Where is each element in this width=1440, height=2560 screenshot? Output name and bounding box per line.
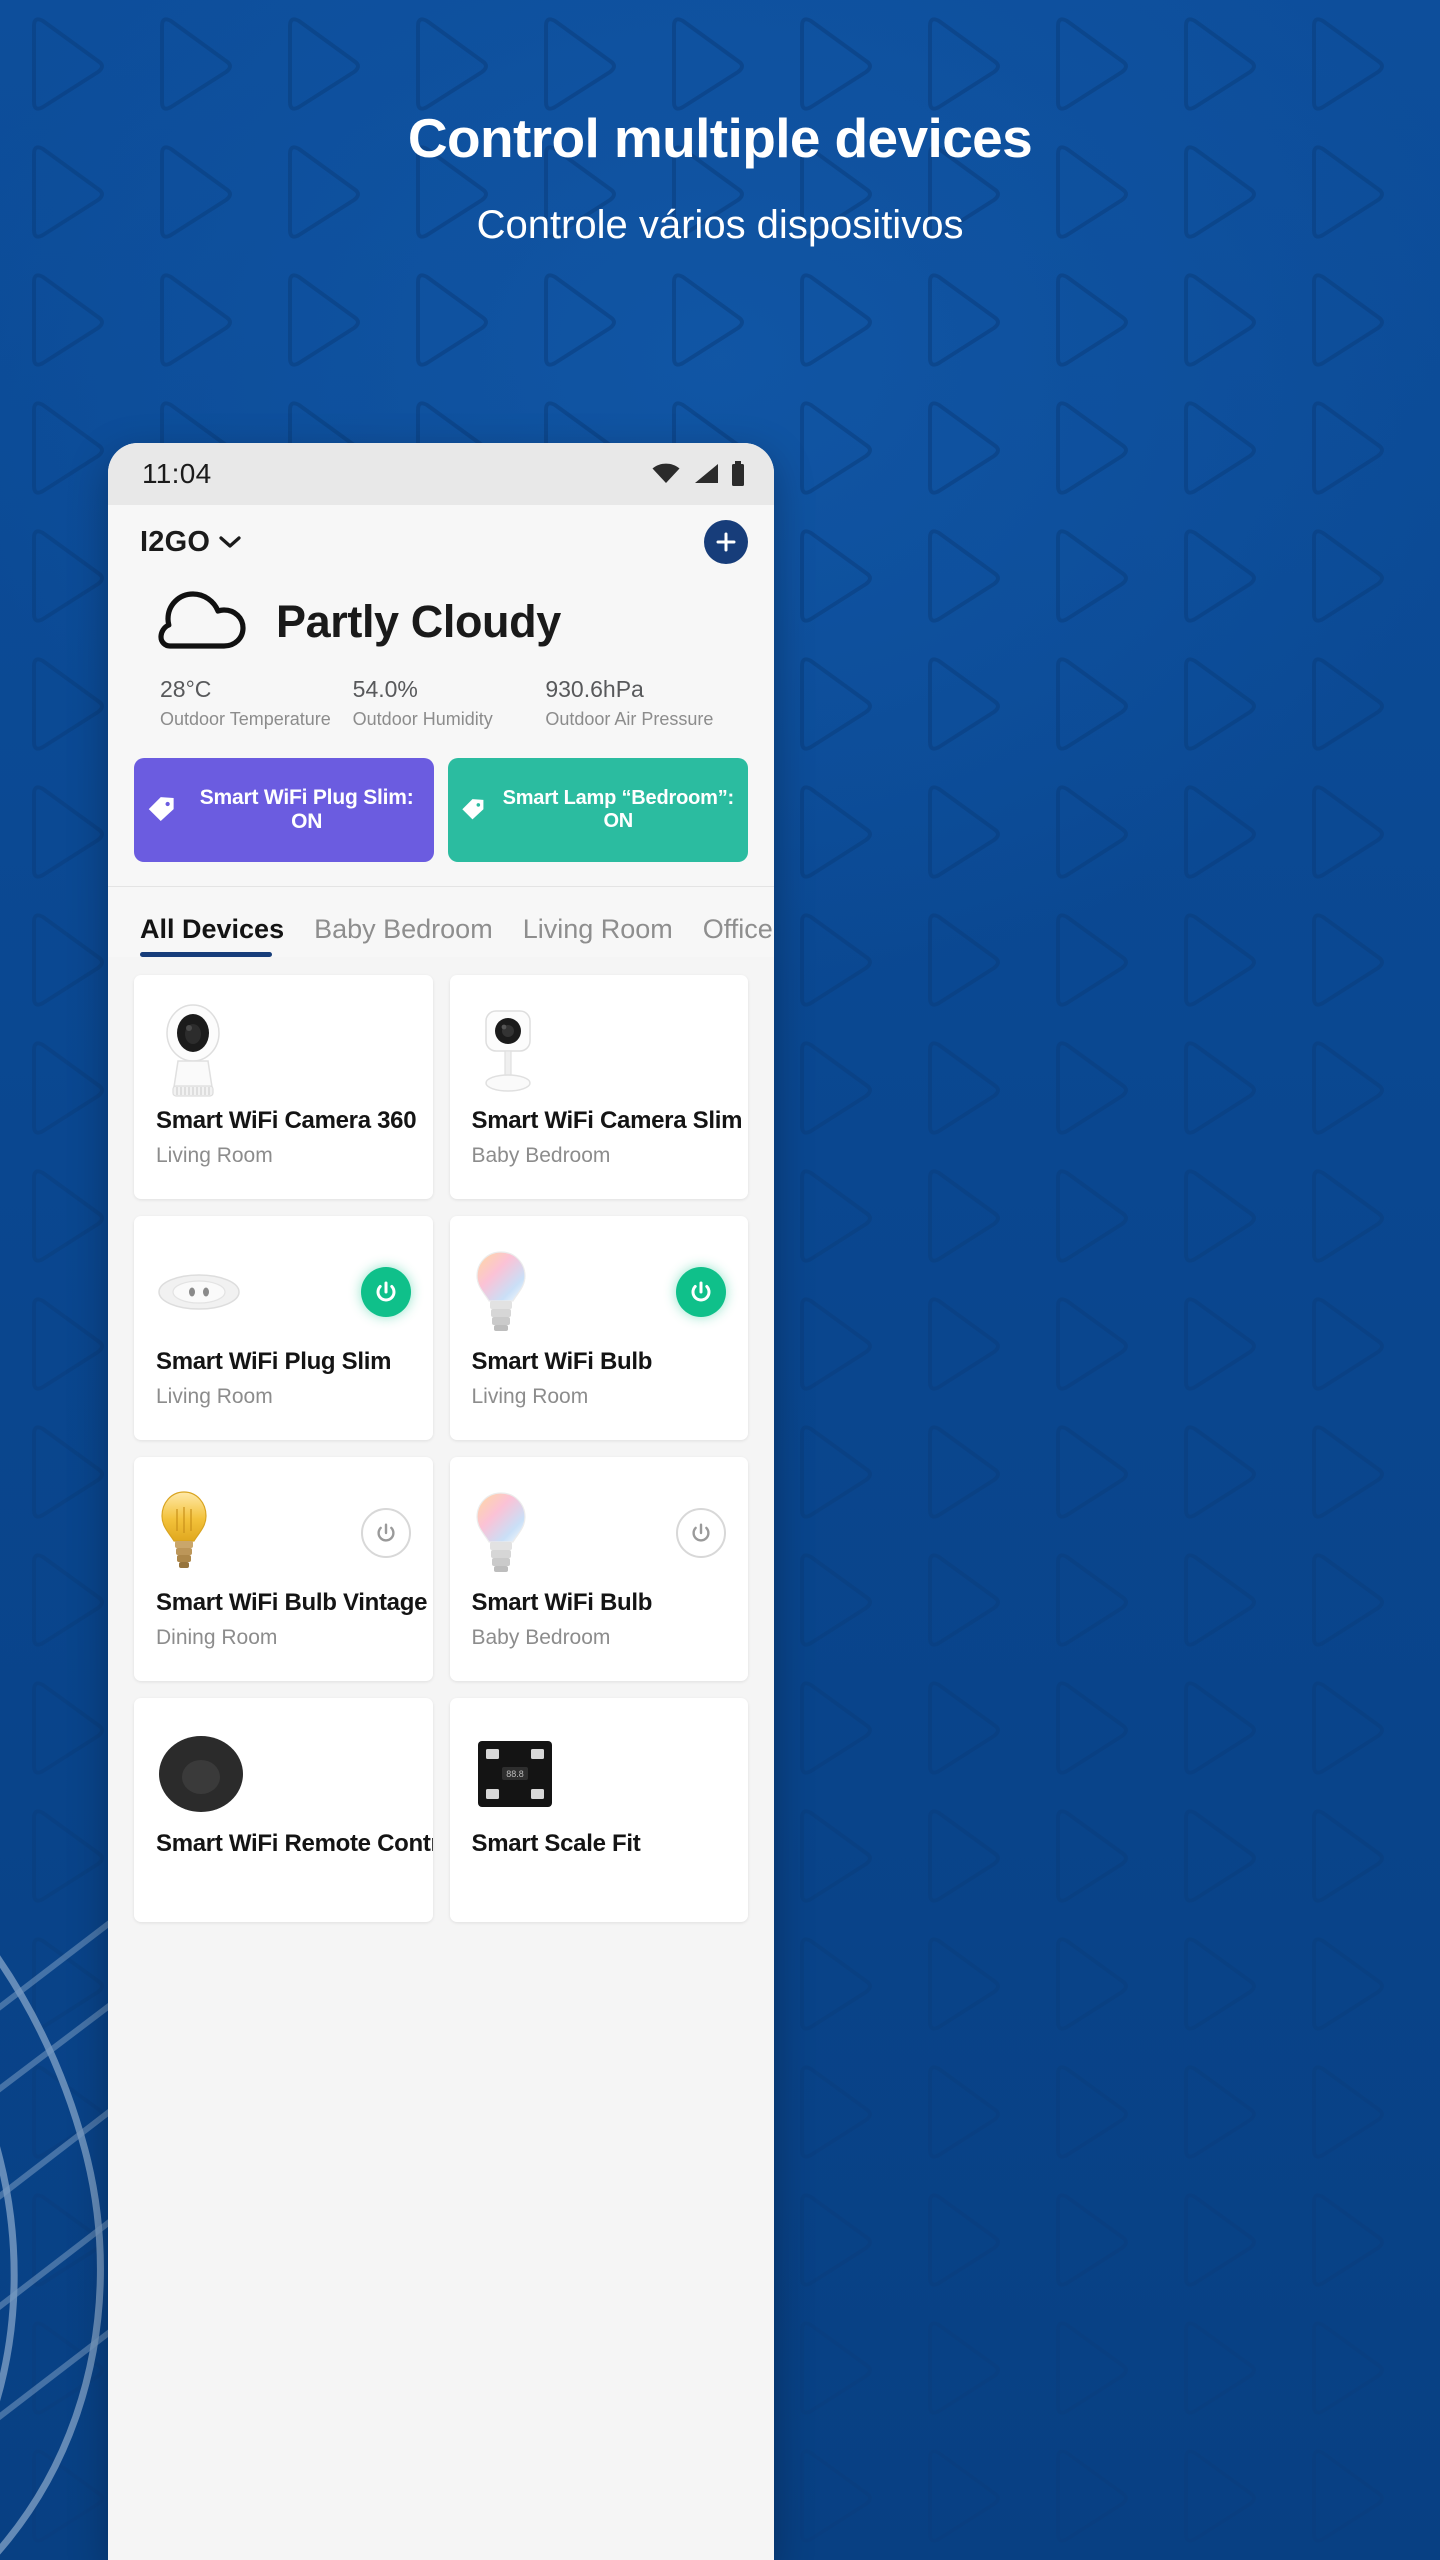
status-bar: 11:04 (108, 443, 774, 505)
device-card-top (156, 995, 411, 1107)
device-card-top (156, 1477, 411, 1589)
weather-stat-value: 930.6hPa (545, 676, 644, 702)
device-card-top: 88.8 (472, 1718, 727, 1830)
device-room: Baby Bedroom (471, 1143, 611, 1167)
device-card[interactable]: Smart WiFi Bulb Baby Bedroom (449, 1456, 748, 1681)
device-name: Smart WiFi Bulb Vintage (156, 1588, 428, 1616)
plug-icon (158, 1274, 240, 1310)
scale-icon: 88.8 (477, 1740, 552, 1807)
wifi-icon (652, 463, 680, 483)
camera-360-icon (166, 1004, 220, 1097)
promo-subtitle: Controle vários dispositivos (476, 202, 964, 247)
device-room: Baby Bedroom (471, 1625, 611, 1649)
status-bar-time: 11:04 (142, 458, 212, 489)
power-icon (692, 1523, 710, 1542)
device-card-top (472, 995, 727, 1107)
svg-text:88.8: 88.8 (506, 1769, 524, 1779)
device-card[interactable]: Smart WiFi Remote Control (134, 1697, 433, 1922)
power-icon (691, 1281, 711, 1302)
weather-condition: Partly Cloudy (276, 596, 561, 647)
device-card[interactable]: Smart WiFi Plug Slim Living Room (134, 1215, 433, 1440)
power-icon (376, 1523, 395, 1542)
status-bar-icons (651, 461, 746, 487)
device-name: Smart WiFi Camera 360 (156, 1106, 417, 1134)
device-grid: Smart WiFi Camera 360 Living Room Smart … (108, 956, 774, 1922)
battery-icon (732, 461, 744, 486)
weather-stat-label: Outdoor Humidity (352, 708, 493, 729)
power-toggle-button[interactable] (360, 1507, 411, 1558)
tab-living-room[interactable]: Living Room (523, 914, 687, 957)
weather-stats: 28°C Outdoor Temperature 54.0% Outdoor H… (144, 675, 738, 730)
weather-stat-pressure: 930.6hPa Outdoor Air Pressure (545, 675, 738, 730)
tag-icon (462, 798, 484, 820)
device-name: Smart WiFi Remote Control (156, 1829, 433, 1857)
promo-heading-block: Control multiple devices Controle vários… (0, 107, 1440, 248)
device-room: Living Room (471, 1384, 589, 1408)
cloud-icon (158, 591, 246, 649)
tab-office[interactable]: Office (703, 914, 774, 957)
weather-stat-temperature: 28°C Outdoor Temperature (160, 675, 353, 730)
scene-label: Smart WiFi Plug Slim: ON (199, 785, 414, 833)
device-card-top (156, 1236, 411, 1348)
device-card[interactable]: Smart WiFi Camera Slim Baby Bedroom (449, 974, 748, 1199)
device-card-top (472, 1236, 726, 1348)
device-card[interactable]: Smart WiFi Bulb Vintage Dining Room (134, 1456, 433, 1681)
scene-card-plug[interactable]: Smart WiFi Plug Slim: ON (134, 757, 434, 862)
device-room: Living Room (156, 1384, 273, 1408)
tag-icon (148, 796, 174, 821)
swoosh-right-decoration (800, 1560, 1440, 2560)
bulb-icon (475, 1251, 526, 1331)
scene-label: Smart Lamp “Bedroom”: ON (502, 786, 735, 832)
promo-title: Control multiple devices (407, 107, 1033, 169)
remote-control-icon (159, 1735, 243, 1812)
weather-panel[interactable]: Partly Cloudy 28°C Outdoor Temperature 5… (108, 579, 774, 730)
home-selector[interactable]: I2GO (140, 526, 241, 559)
bulb-vintage-icon (161, 1491, 207, 1568)
power-toggle-button[interactable] (676, 1266, 726, 1317)
weather-stat-humidity: 54.0% Outdoor Humidity (353, 675, 546, 730)
tab-all-devices[interactable]: All Devices (140, 914, 298, 957)
device-room: Dining Room (156, 1625, 278, 1649)
device-card-top (472, 1477, 726, 1589)
brand-name: I2GO (140, 525, 211, 558)
power-icon (376, 1281, 395, 1302)
bulb-icon (475, 1492, 526, 1572)
device-card[interactable]: 88.8 Smart Scale Fit (449, 1697, 748, 1922)
room-tabs: All Devices Baby Bedroom Living Room Off… (108, 887, 774, 957)
chevron-down-icon (219, 536, 241, 548)
device-room: Living Room (156, 1143, 273, 1167)
room-tabs-container: All Devices Baby Bedroom Living Room Off… (108, 885, 774, 957)
device-name: Smart Scale Fit (471, 1829, 641, 1857)
weather-stat-label: Outdoor Temperature (160, 708, 331, 729)
weather-main-row: Partly Cloudy (144, 591, 738, 653)
device-name: Smart WiFi Bulb (471, 1588, 653, 1616)
device-card-top (156, 1718, 411, 1830)
promo-page: Control multiple devices Controle vários… (0, 0, 1440, 2560)
scene-card-lamp[interactable]: Smart Lamp “Bedroom”: ON (448, 757, 748, 862)
add-device-button[interactable] (704, 520, 748, 564)
tab-baby-bedroom[interactable]: Baby Bedroom (314, 914, 507, 957)
device-card[interactable]: Smart WiFi Bulb Living Room (449, 1215, 748, 1440)
device-card[interactable]: Smart WiFi Camera 360 Living Room (134, 974, 433, 1199)
power-toggle-button[interactable] (676, 1507, 726, 1558)
plus-icon (716, 532, 736, 552)
app-bar: I2GO (108, 505, 774, 579)
weather-stat-value: 54.0% (352, 676, 418, 702)
device-name: Smart WiFi Camera Slim (471, 1106, 743, 1134)
camera-slim-icon (484, 1010, 531, 1092)
scene-shortcuts: Smart WiFi Plug Slim: ON Smart Lamp “Bed… (108, 729, 774, 886)
weather-stat-value: 28°C (160, 676, 212, 702)
power-toggle-button[interactable] (360, 1266, 411, 1317)
phone-mockup: 11:04 I2GO Partly Cloudy 28°C Outdoor Te… (108, 443, 774, 2560)
device-name: Smart WiFi Bulb (471, 1347, 653, 1375)
signal-icon (695, 464, 718, 483)
device-name: Smart WiFi Plug Slim (156, 1347, 392, 1375)
weather-stat-label: Outdoor Air Pressure (545, 708, 714, 729)
